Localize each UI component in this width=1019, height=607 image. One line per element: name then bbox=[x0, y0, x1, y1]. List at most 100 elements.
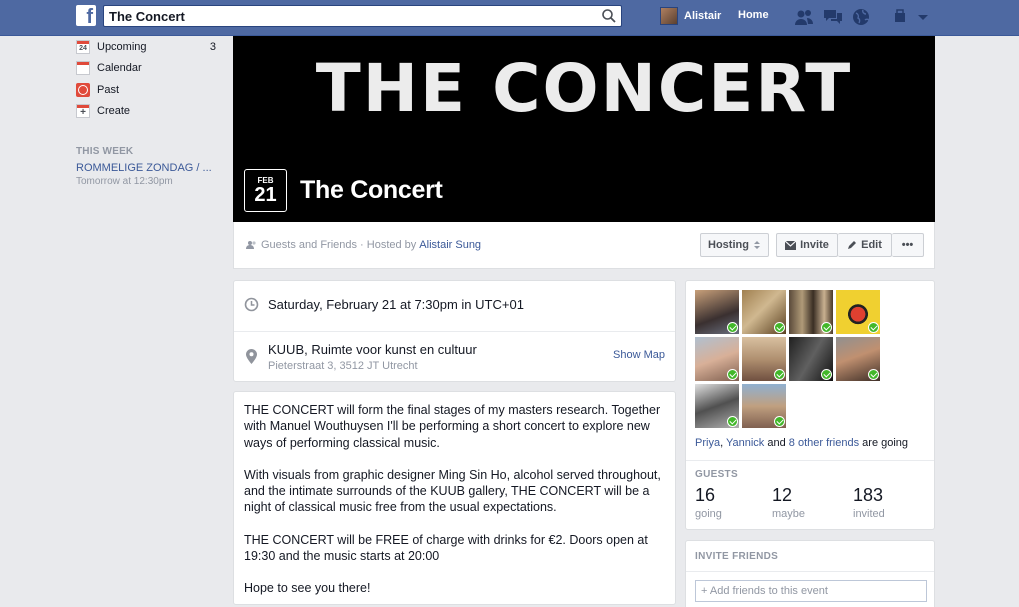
description-paragraph: THE CONCERT will be FREE of charge with … bbox=[244, 532, 648, 564]
pencil-icon bbox=[848, 241, 857, 249]
friend-avatar[interactable] bbox=[742, 290, 786, 334]
maybe-label: maybe bbox=[772, 508, 806, 520]
going-stat[interactable]: 16 going bbox=[695, 485, 722, 520]
plus-icon: + bbox=[76, 104, 90, 119]
sidebar-item-label: Create bbox=[97, 105, 131, 118]
friend-link-priya[interactable]: Priya bbox=[695, 437, 720, 449]
show-map-link[interactable]: Show Map bbox=[613, 349, 665, 361]
chevron-down-icon[interactable] bbox=[916, 8, 930, 26]
this-week-event-link[interactable]: ROMMELIGE ZONDAG / ... bbox=[76, 162, 226, 174]
other-friends-link[interactable]: 8 other friends bbox=[789, 437, 859, 449]
going-check-icon bbox=[868, 369, 879, 380]
description-paragraph: THE CONCERT will form the final stages o… bbox=[244, 403, 661, 450]
upcoming-count: 3 bbox=[209, 40, 216, 53]
friend-avatar[interactable] bbox=[789, 337, 833, 381]
friends-going-summary: Priya, Yannick and 8 other friends are g… bbox=[695, 437, 909, 449]
invite-button[interactable]: Invite bbox=[776, 233, 838, 257]
event-description: THE CONCERT will form the final stages o… bbox=[234, 392, 675, 607]
sidebar-item-calendar[interactable]: Calendar bbox=[76, 58, 226, 80]
description-paragraph: With visuals from graphic designer Ming … bbox=[244, 467, 661, 515]
guests-heading: GUESTS bbox=[695, 469, 738, 480]
friend-avatar[interactable] bbox=[836, 337, 880, 381]
event-description-card: THE CONCERT will form the final stages o… bbox=[233, 391, 676, 605]
more-options-button[interactable]: ••• bbox=[892, 233, 924, 257]
venue-address: Pieterstraat 3, 3512 JT Utrecht bbox=[268, 360, 418, 372]
profile-link[interactable]: Alistair bbox=[660, 6, 721, 26]
sidebar-item-create[interactable]: + Create bbox=[76, 101, 226, 123]
sidebar-item-label: Past bbox=[97, 83, 120, 96]
sidebar-item-past[interactable]: Past bbox=[76, 79, 226, 101]
going-check-icon bbox=[774, 322, 785, 333]
clock-icon bbox=[76, 82, 90, 97]
event-date-badge: FEB 21 bbox=[244, 169, 287, 212]
friend-requests-icon[interactable] bbox=[794, 8, 814, 26]
event-details-card: Saturday, February 21 at 7:30pm in UTC+0… bbox=[233, 280, 676, 382]
going-count: 16 bbox=[695, 485, 716, 505]
going-check-icon bbox=[727, 369, 738, 380]
event-time-row: Saturday, February 21 at 7:30pm in UTC+0… bbox=[244, 297, 685, 312]
going-check-icon bbox=[727, 322, 738, 333]
home-link[interactable]: Home bbox=[738, 9, 769, 21]
friend-avatar[interactable] bbox=[695, 337, 739, 381]
sidebar-item-label: Upcoming bbox=[97, 40, 147, 53]
invite-friends-heading: INVITE FRIENDS bbox=[695, 551, 779, 562]
globe-notifications-icon[interactable] bbox=[851, 8, 871, 26]
invited-stat[interactable]: 183 invited bbox=[853, 485, 885, 520]
invite-friends-card: INVITE FRIENDS + Add friends to this eve… bbox=[685, 540, 935, 607]
invite-friends-input[interactable]: + Add friends to this event bbox=[695, 580, 927, 602]
going-check-icon bbox=[868, 322, 879, 333]
cover-banner-text: THE CONCERT bbox=[315, 50, 853, 127]
friend-avatar[interactable] bbox=[836, 290, 880, 334]
venue-name-link[interactable]: KUUB, Ruimte voor kunst en cultuur bbox=[268, 342, 477, 357]
edit-label: Edit bbox=[861, 239, 882, 251]
friend-avatar[interactable] bbox=[695, 290, 739, 334]
going-check-icon bbox=[821, 322, 832, 333]
going-check-icon bbox=[821, 369, 832, 380]
event-datetime: Saturday, February 21 at 7:30pm in UTC+0… bbox=[268, 297, 524, 312]
event-day: 21 bbox=[254, 184, 277, 206]
maybe-stat[interactable]: 12 maybe bbox=[772, 485, 805, 520]
updown-chevron-icon bbox=[753, 241, 760, 249]
search-icon[interactable] bbox=[601, 8, 617, 24]
friend-avatar[interactable] bbox=[742, 337, 786, 381]
this-week-heading: THIS WEEK bbox=[76, 146, 134, 157]
envelope-icon bbox=[785, 240, 797, 250]
event-cover-photo: THE CONCERT FEB 21 The Concert bbox=[233, 36, 935, 222]
going-check-icon bbox=[727, 416, 738, 427]
friend-avatar[interactable] bbox=[695, 384, 739, 428]
description-paragraph: Hope to see you there! bbox=[244, 581, 371, 596]
invited-count: 183 bbox=[853, 485, 884, 505]
invite-label: Invite bbox=[800, 239, 829, 251]
going-check-icon bbox=[774, 369, 785, 380]
calendar-day-icon: 24 bbox=[76, 39, 90, 54]
messages-icon[interactable] bbox=[823, 8, 843, 26]
invited-label: invited bbox=[853, 508, 885, 520]
profile-name: Alistair bbox=[684, 10, 722, 22]
avatar bbox=[660, 7, 678, 25]
event-title: The Concert bbox=[300, 176, 443, 204]
map-pin-icon bbox=[246, 349, 257, 364]
sidebar-item-upcoming[interactable]: 24 Upcoming 3 bbox=[76, 36, 226, 58]
friend-link-yannick[interactable]: Yannick bbox=[726, 437, 764, 449]
friend-avatar[interactable] bbox=[789, 290, 833, 334]
search-input[interactable] bbox=[104, 6, 584, 26]
privacy-shortcuts-icon[interactable] bbox=[893, 8, 913, 26]
hosting-dropdown-button[interactable]: Hosting bbox=[700, 233, 769, 257]
events-sidebar: 24 Upcoming 3 Calendar Past + Create THI… bbox=[76, 36, 226, 187]
calendar-icon bbox=[76, 61, 90, 76]
friend-avatar[interactable] bbox=[742, 384, 786, 428]
going-label: going bbox=[695, 508, 722, 520]
event-action-bar: Guests and Friends · Hosted by Alistair … bbox=[233, 222, 935, 269]
sidebar-item-label: Calendar bbox=[97, 62, 142, 75]
more-icon: ••• bbox=[901, 239, 914, 251]
maybe-count: 12 bbox=[772, 485, 793, 505]
facebook-logo-icon[interactable]: f bbox=[76, 5, 96, 26]
this-week-event-time: Tomorrow at 12:30pm bbox=[76, 176, 173, 187]
event-privacy-info: Guests and Friends · Hosted by Alistair … bbox=[246, 239, 481, 251]
guests-card: Priya, Yannick and 8 other friends are g… bbox=[685, 280, 935, 530]
host-link[interactable]: Alistair Sung bbox=[419, 239, 481, 251]
edit-button[interactable]: Edit bbox=[838, 233, 892, 257]
hosting-label: Hosting bbox=[708, 239, 749, 251]
guests-friends-icon bbox=[246, 241, 256, 249]
search-box bbox=[103, 5, 622, 27]
